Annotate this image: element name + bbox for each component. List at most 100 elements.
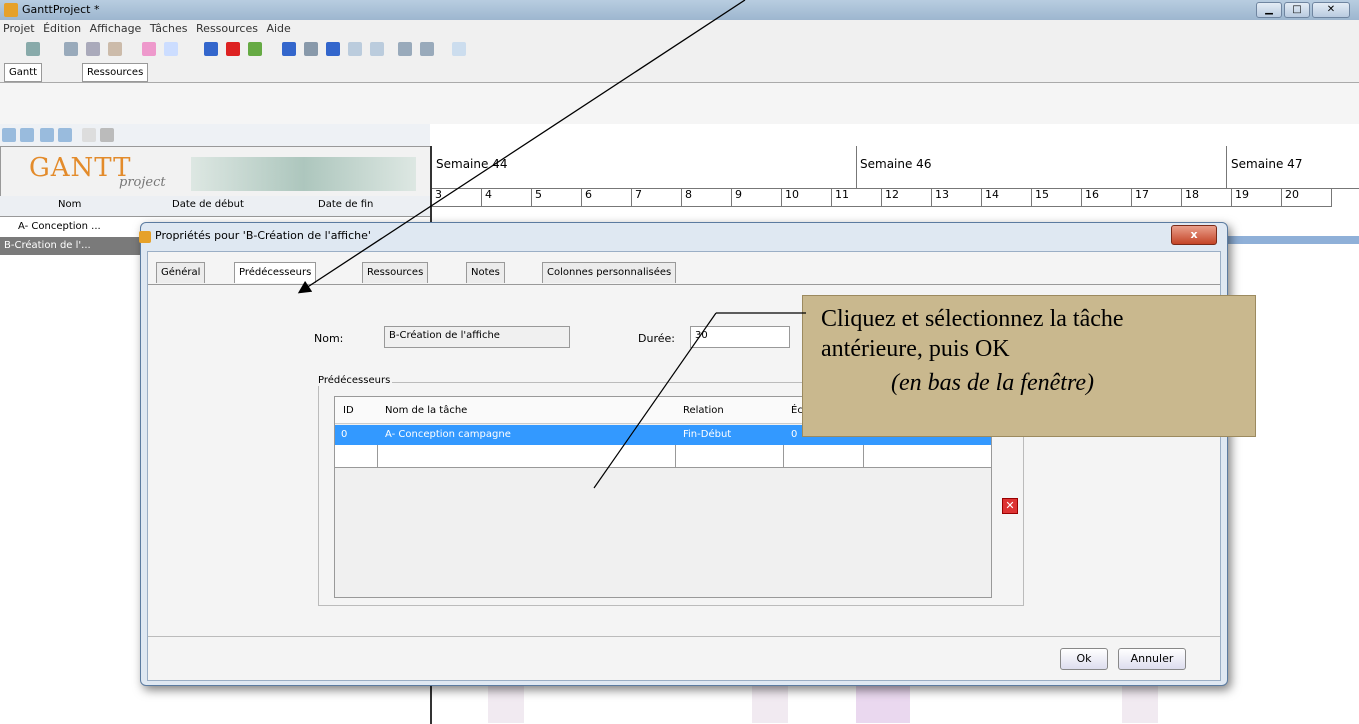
app-icon — [4, 3, 18, 17]
zoom-in-icon[interactable] — [370, 42, 384, 56]
col-nom-tache: Nom de la tâche — [385, 405, 468, 416]
weekend-shade — [1122, 683, 1158, 723]
cell-divider — [377, 445, 378, 467]
tab-general[interactable]: Général — [156, 262, 206, 283]
delete-row-icon[interactable]: ✕ — [1002, 498, 1018, 514]
link-tasks-icon[interactable] — [82, 128, 96, 142]
logo-text: GANTT — [29, 153, 132, 183]
indent-task-icon[interactable] — [20, 128, 34, 142]
day-cell: 15 — [1032, 188, 1082, 207]
cut-icon[interactable] — [64, 42, 78, 56]
day-cell: 10 — [782, 188, 832, 207]
close-icon[interactable]: ✕ — [1312, 2, 1350, 18]
week-47: Semaine 47 — [1227, 146, 1359, 189]
window-title: GanttProject * — [22, 3, 100, 16]
table-row-empty[interactable] — [335, 445, 991, 468]
weekend-shade — [488, 683, 524, 723]
name-label: Nom: — [314, 332, 344, 345]
cell-ecart: 0 — [791, 429, 798, 440]
name-field[interactable]: B-Création de l'affiche — [384, 326, 570, 348]
print-icon[interactable] — [398, 42, 412, 56]
col-relation: Relation — [683, 405, 724, 416]
unindent-icon[interactable] — [2, 128, 16, 142]
cancel-button[interactable]: Annuler — [1118, 648, 1186, 670]
cell-divider — [675, 445, 676, 467]
tab-predecesseurs[interactable]: Prédécesseurs — [234, 262, 317, 283]
cell-id: 0 — [341, 429, 348, 440]
menu-affichage[interactable]: Affichage — [88, 20, 144, 37]
col-nom[interactable]: Nom — [58, 199, 81, 210]
copy-icon[interactable] — [86, 42, 100, 56]
properties-dialog: Propriétés pour 'B-Création de l'affiche… — [139, 222, 1228, 686]
logo-subtext: project — [119, 175, 166, 190]
task-row-b[interactable]: B-Création de l'... — [0, 237, 144, 255]
dialog-app-icon — [139, 231, 151, 243]
scroll-right-icon[interactable] — [326, 42, 340, 56]
menu-aide[interactable]: Aide — [264, 20, 292, 37]
task-row-a[interactable]: A- Conception ... — [14, 218, 148, 236]
ok-button[interactable]: Ok — [1060, 648, 1108, 670]
col-date-debut[interactable]: Date de début — [172, 199, 244, 210]
col-date-fin[interactable]: Date de fin — [318, 199, 373, 210]
tab-ressources[interactable]: Ressources — [82, 63, 149, 82]
task-toolbar — [0, 124, 430, 146]
minimize-icon[interactable]: ▁ — [1256, 2, 1282, 18]
move-up-icon[interactable] — [58, 128, 72, 142]
link-icon[interactable] — [452, 42, 466, 56]
tab-ressources-dialog[interactable]: Ressources — [362, 262, 429, 283]
col-id: ID — [343, 405, 354, 416]
duration-field[interactable]: 30 — [690, 326, 790, 348]
footer-divider — [148, 636, 1220, 637]
unlink-tasks-icon[interactable] — [100, 128, 114, 142]
day-cell: 20 — [1282, 188, 1332, 207]
day-cell: 4 — [482, 188, 532, 207]
day-cell: 11 — [832, 188, 882, 207]
predecessors-group-label: Prédécesseurs — [316, 375, 393, 386]
toolbar-spacer — [0, 83, 1359, 124]
scroll-left-icon[interactable] — [282, 42, 296, 56]
toolbar — [0, 38, 1359, 60]
redo-icon[interactable] — [164, 42, 178, 56]
paste-icon[interactable] — [108, 42, 122, 56]
day-cell: 6 — [582, 188, 632, 207]
maximize-icon[interactable]: □ — [1284, 2, 1310, 18]
menu-projet[interactable]: Projet — [1, 20, 37, 37]
indent-icon[interactable] — [204, 42, 218, 56]
day-cell: 16 — [1082, 188, 1132, 207]
delete-icon[interactable] — [226, 42, 240, 56]
menu-taches[interactable]: Tâches — [148, 20, 190, 37]
dialog-close-icon[interactable]: x — [1171, 225, 1217, 245]
callout-line2: antérieure, puis OK — [821, 336, 1010, 362]
move-down-icon[interactable] — [40, 128, 54, 142]
day-cell: 8 — [682, 188, 732, 207]
properties-icon[interactable] — [248, 42, 262, 56]
week-46: Semaine 46 — [856, 146, 1227, 189]
gantt-logo: GANTT project — [0, 146, 432, 198]
save-icon[interactable] — [26, 42, 40, 56]
callout-line1: Cliquez et sélectionnez la tâche — [821, 306, 1124, 332]
title-bar: GanttProject * ▁ □ ✕ — [0, 0, 1359, 20]
task-table-header: Nom Date de début Date de fin — [0, 196, 430, 217]
week-44: Semaine 44 — [432, 146, 857, 189]
menu-bar: Projet Édition Affichage Tâches Ressourc… — [0, 20, 1359, 38]
preview-icon[interactable] — [420, 42, 434, 56]
day-cell: 13 — [932, 188, 982, 207]
callout-line3: (en bas de la fenêtre) — [891, 370, 1095, 396]
zoom-out-icon[interactable] — [348, 42, 362, 56]
grid-icon[interactable] — [304, 42, 318, 56]
cell-divider — [863, 445, 864, 467]
weekend-shade — [752, 683, 788, 723]
day-cell: 17 — [1132, 188, 1182, 207]
main-tabs: Gantt Ressources — [0, 60, 1359, 83]
cell-relation: Fin-Début — [683, 429, 732, 440]
day-cell: 18 — [1182, 188, 1232, 207]
day-cell: 5 — [532, 188, 582, 207]
instruction-callout: Cliquez et sélectionnez la tâche antérie… — [802, 295, 1256, 437]
logo-hexagons — [191, 157, 416, 191]
tab-gantt[interactable]: Gantt — [4, 63, 43, 82]
menu-edition[interactable]: Édition — [41, 20, 83, 37]
tab-colonnes-personnalisees[interactable]: Colonnes personnalisées — [542, 262, 677, 283]
undo-icon[interactable] — [142, 42, 156, 56]
tab-notes[interactable]: Notes — [466, 262, 505, 283]
menu-ressources[interactable]: Ressources — [194, 20, 260, 37]
